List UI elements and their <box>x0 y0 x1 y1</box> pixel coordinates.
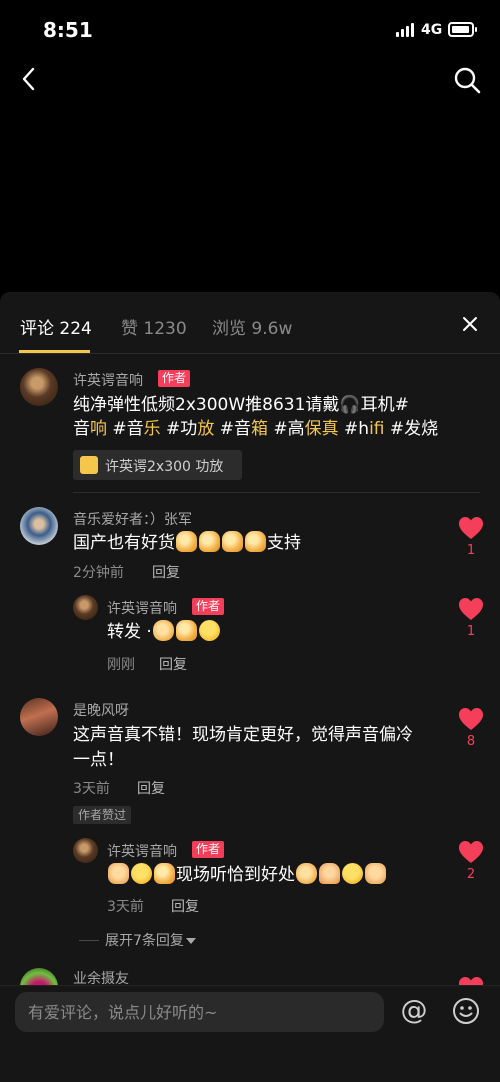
reply-text: 转发 · <box>107 620 221 644</box>
thumbs-up-emoji-icon <box>222 531 243 552</box>
reply-button[interactable]: 回复 <box>152 562 180 582</box>
close-icon[interactable] <box>462 316 478 332</box>
post-text-line1: 纯净弹性低频2x300W推8631请戴🎧耳机# <box>73 395 409 415</box>
expand-line <box>79 940 99 941</box>
heart-icon <box>459 708 483 730</box>
post-author-name[interactable]: 许英谔音响 <box>73 370 143 390</box>
back-icon[interactable] <box>18 66 44 92</box>
comment-time: 3天前 <box>73 781 110 797</box>
clapping-emoji-icon <box>296 863 317 884</box>
heart-icon <box>459 598 483 620</box>
shocked-face-emoji-icon <box>198 620 220 641</box>
comment-user-name[interactable]: 音乐爱好者：）张军 <box>73 509 192 529</box>
post-text: #发烧 <box>384 419 439 439</box>
product-label: 许英谔2x300 功放 <box>105 459 224 475</box>
comment-panel: 评论 224 赞 1230 浏览 9.6w 许英谔音响 作者 纯净弹性低频2x3… <box>0 292 500 1082</box>
network-type: 4G <box>421 22 443 38</box>
like-count: 2 <box>466 867 476 882</box>
shopping-cart-icon <box>80 456 98 474</box>
post-text: #音 <box>214 419 251 439</box>
like-count: 8 <box>466 734 476 749</box>
reply-text-body: 转发 · <box>107 622 152 642</box>
thumbs-up-emoji-icon <box>176 531 197 552</box>
avatar[interactable] <box>73 595 98 620</box>
reply-user-name[interactable]: 许英谔音响 <box>107 841 177 861</box>
reply-user-name[interactable]: 许英谔音响 <box>107 598 177 618</box>
author-badge: 作者 <box>192 841 225 858</box>
reply-time: 刚刚 <box>107 657 135 673</box>
clapping-emoji-icon <box>152 620 174 641</box>
post-text: #音 <box>107 419 144 439</box>
status-time: 8:51 <box>43 18 93 42</box>
tab-active-indicator <box>19 350 90 353</box>
comment-time: 2分钟前 <box>73 565 124 581</box>
top-nav <box>0 60 500 100</box>
tab-comments[interactable]: 评论 224 <box>20 314 92 339</box>
thumbs-up-emoji-icon <box>245 531 266 552</box>
reply-button[interactable]: 回复 <box>159 654 187 674</box>
thumbs-up-emoji-icon <box>175 620 197 641</box>
tab-likes[interactable]: 赞 1230 <box>121 314 187 339</box>
emoji-button-icon[interactable] <box>452 997 480 1025</box>
signal-icon <box>396 23 416 37</box>
avatar[interactable] <box>73 838 98 863</box>
hashtag-highlight[interactable]: 箱 <box>251 419 268 439</box>
reply-button[interactable]: 回复 <box>137 778 165 798</box>
hashtag-highlight[interactable]: ifi <box>369 419 384 439</box>
hashtag-highlight[interactable]: 放 <box>197 419 214 439</box>
reply-button[interactable]: 回复 <box>171 896 199 916</box>
post-text: #功 <box>160 419 198 439</box>
comment-text: 国产也有好货 支持 <box>73 531 301 555</box>
comment-user-name[interactable]: 是晚风呀 <box>73 700 129 720</box>
comment-composer: @ <box>0 985 500 1082</box>
status-bar: 8:51 4G <box>0 0 500 60</box>
avatar[interactable] <box>20 368 58 406</box>
reply-text: 现场听恰到好处 <box>107 863 387 887</box>
like-count: 1 <box>466 543 476 558</box>
comment-text-line1: 这声音真不错！现场肯定更好，觉得声音偏冷 <box>73 725 413 745</box>
reply-time: 3天前 <box>107 899 144 915</box>
hashtag-highlight[interactable]: 乐 <box>144 419 161 439</box>
praying-hands-emoji-icon <box>319 863 340 884</box>
post-text: #高 <box>267 419 305 439</box>
post-text: 音 <box>73 419 90 439</box>
author-badge: 作者 <box>158 370 191 387</box>
mention-button[interactable]: @ <box>398 996 430 1028</box>
comment-text-suffix: 支持 <box>267 533 301 553</box>
handshake-emoji-icon <box>108 863 129 884</box>
reply-text-body: 现场听恰到好处 <box>176 865 295 885</box>
shocked-face-emoji-icon <box>342 863 363 884</box>
thumbs-up-emoji-icon <box>154 863 175 884</box>
search-icon[interactable] <box>453 66 481 94</box>
like-count: 1 <box>466 624 476 639</box>
tab-views[interactable]: 浏览 9.6w <box>212 314 292 339</box>
avatar[interactable] <box>20 698 58 736</box>
author-praised-badge: 作者赞过 <box>73 806 132 824</box>
shocked-face-emoji-icon <box>131 863 152 884</box>
post-text: #h <box>338 419 370 439</box>
avatar[interactable] <box>20 507 58 545</box>
divider <box>73 492 480 493</box>
comment-tabs: 评论 224 赞 1230 浏览 9.6w <box>0 292 500 354</box>
hashtag-highlight[interactable]: 保真 <box>305 419 339 439</box>
expand-label: 展开7条回复 <box>105 933 184 949</box>
comment-text-line2: 一点！ <box>73 750 124 770</box>
heart-icon <box>459 841 483 863</box>
heart-icon <box>459 517 483 539</box>
author-badge: 作者 <box>192 598 225 615</box>
caret-down-icon <box>185 937 196 944</box>
handshake-emoji-icon <box>365 863 386 884</box>
thumbs-up-emoji-icon <box>199 531 220 552</box>
expand-replies-button[interactable]: 展开7条回复 <box>79 930 196 950</box>
comment-input[interactable] <box>15 992 384 1032</box>
comment-text-body: 国产也有好货 <box>73 533 175 553</box>
product-chip[interactable]: 许英谔2x300 功放 <box>73 450 242 480</box>
post-text-line2: 音响 #音乐 #功放 #音箱 #高保真 #hifi #发烧 <box>73 417 438 441</box>
hashtag-highlight[interactable]: 响 <box>90 419 107 439</box>
battery-icon <box>448 22 477 37</box>
